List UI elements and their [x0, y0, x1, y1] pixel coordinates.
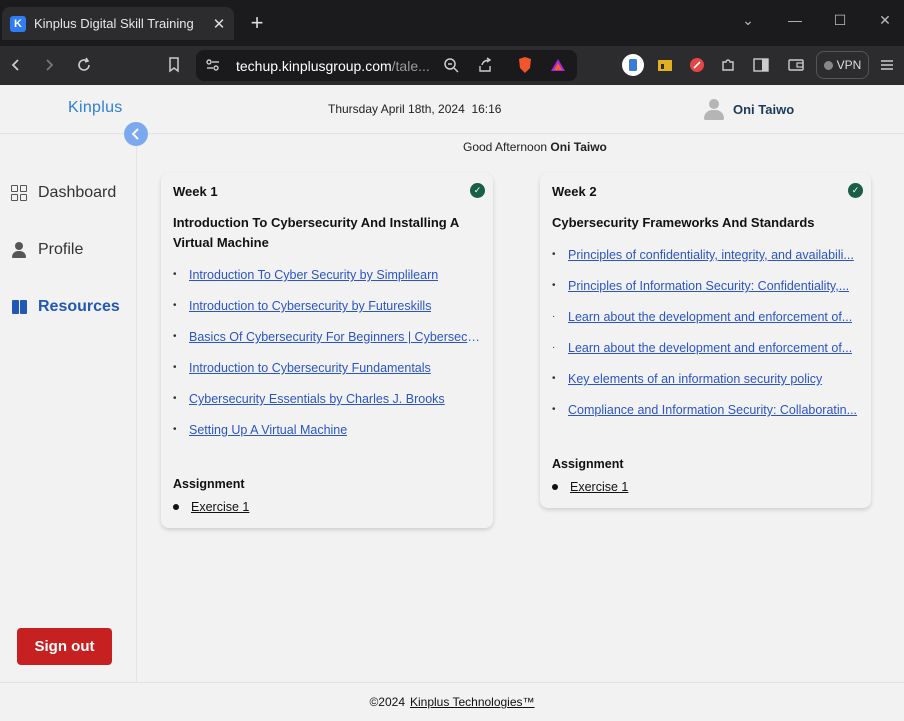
- address-bar[interactable]: techup.kinplusgroup.com/tale...: [196, 50, 577, 81]
- resource-link[interactable]: Introduction to Cybersecurity Fundamenta…: [189, 360, 431, 376]
- forward-icon[interactable]: [38, 54, 60, 76]
- user-menu[interactable]: Oni Taiwo: [703, 97, 794, 121]
- list-item: • Cybersecurity Essentials by Charles J. …: [173, 391, 445, 407]
- list-item: • Introduction to Cybersecurity Fundament…: [173, 360, 431, 376]
- footer: ©2024 Kinplus Technologies™: [0, 682, 904, 721]
- extension-phone-icon[interactable]: [622, 54, 644, 76]
- assignment-link[interactable]: Exercise 1: [570, 480, 628, 494]
- week-title: Cybersecurity Frameworks And Standards: [552, 215, 815, 230]
- list-item: • Setting Up A Virtual Machine: [173, 422, 348, 438]
- sidebar-item-label: Resources: [38, 298, 120, 315]
- sidebar-item-dashboard[interactable]: Dashboard: [10, 184, 116, 202]
- bookmark-icon[interactable]: [163, 54, 185, 76]
- resource-link[interactable]: Learn about the development and enforcem…: [568, 340, 852, 356]
- close-window-icon[interactable]: ✕: [875, 12, 895, 29]
- assignment-heading: Assignment: [552, 457, 624, 471]
- week-label: Week 2: [552, 184, 597, 199]
- tab-title: Kinplus Digital Skill Training: [34, 16, 194, 31]
- sidebar-item-profile[interactable]: Profile: [10, 241, 83, 259]
- kinplus-logo[interactable]: Kinplus: [68, 99, 123, 117]
- person-icon: [10, 241, 28, 259]
- user-name: Oni Taiwo: [733, 101, 795, 117]
- list-item: • Principles of Information Security: Con…: [552, 278, 850, 294]
- resource-link[interactable]: Learn about the development and enforcem…: [568, 309, 852, 325]
- browser-tab[interactable]: K Kinplus Digital Skill Training ✕: [2, 7, 234, 40]
- list-item: • Compliance and Information Security: Co…: [552, 402, 858, 418]
- sidebar-toggle-icon[interactable]: [750, 54, 772, 76]
- kinplus-favicon-icon: K: [10, 15, 26, 32]
- list-item: · Learn about the development and enforce…: [552, 309, 853, 325]
- resource-link[interactable]: Setting Up A Virtual Machine: [189, 422, 347, 438]
- week-card: Week 2 ✓ Cybersecurity Frameworks And St…: [540, 173, 871, 508]
- chevron-left-icon: [131, 128, 139, 140]
- resource-link[interactable]: Basics Of Cybersecurity For Beginners | …: [189, 329, 483, 345]
- resource-link[interactable]: Introduction to Cybersecurity by Futures…: [189, 298, 431, 314]
- close-tab-icon[interactable]: ✕: [208, 15, 230, 33]
- sidebar: Dashboard Profile Resources Sign out: [0, 134, 137, 682]
- greeting: Good Afternoon Oni Taiwo: [463, 140, 607, 154]
- collapse-sidebar-button[interactable]: [124, 122, 148, 146]
- vpn-status-icon: [823, 60, 833, 70]
- resource-link[interactable]: Principles of confidentiality, integrity…: [568, 247, 854, 263]
- date-time: Thursday April 18th, 2024 16:16: [328, 102, 502, 116]
- resource-link[interactable]: Introduction To Cyber Security by Simpli…: [189, 267, 438, 283]
- browser-tab-bar: K Kinplus Digital Skill Training ✕ + ⌄ —…: [0, 0, 904, 46]
- back-icon[interactable]: [5, 54, 27, 76]
- list-item: • Principles of confidentiality, integrit…: [552, 247, 854, 263]
- sidebar-item-resources[interactable]: Resources: [10, 298, 120, 316]
- extension-folder-icon[interactable]: [654, 54, 676, 76]
- resource-link[interactable]: Key elements of an information security …: [568, 371, 822, 387]
- vpn-label: VPN: [836, 58, 862, 72]
- grid-icon: [10, 184, 28, 202]
- assignment-heading: Assignment: [173, 477, 245, 491]
- book-icon: [10, 298, 28, 316]
- list-item: · Learn about the development and enforce…: [552, 340, 853, 356]
- extension-red-icon[interactable]: [686, 54, 708, 76]
- minimize-icon[interactable]: —: [785, 12, 805, 28]
- sidebar-item-label: Dashboard: [38, 184, 117, 201]
- list-item: • Introduction to Cybersecurity by Future…: [173, 298, 432, 314]
- completed-check-icon: ✓: [848, 183, 863, 198]
- avatar-icon: [703, 97, 725, 121]
- maximize-icon[interactable]: ☐: [830, 12, 850, 29]
- resource-list: • Introduction To Cyber Security by Simpl…: [173, 267, 483, 453]
- completed-check-icon: ✓: [470, 183, 485, 198]
- new-tab-icon[interactable]: +: [246, 11, 268, 35]
- tab-search-chevron-icon[interactable]: ⌄: [738, 12, 758, 29]
- wallet-icon[interactable]: [785, 54, 807, 76]
- list-item: • Key elements of an information security…: [552, 371, 823, 387]
- week-label: Week 1: [173, 184, 218, 199]
- url-text: techup.kinplusgroup.com/tale...: [236, 58, 430, 74]
- share-icon[interactable]: [474, 54, 496, 76]
- zoom-icon[interactable]: [440, 54, 462, 76]
- list-item: • Introduction To Cyber Security by Simpl…: [173, 267, 439, 283]
- resource-link[interactable]: Compliance and Information Security: Col…: [568, 402, 857, 418]
- vpn-button[interactable]: VPN: [816, 51, 869, 79]
- assignment-item: Exercise 1: [552, 480, 628, 494]
- browser-toolbar: techup.kinplusgroup.com/tale... VPN: [0, 46, 904, 85]
- brave-rewards-icon[interactable]: [547, 54, 569, 76]
- reload-icon[interactable]: [73, 54, 95, 76]
- week-title: Introduction To Cybersecurity And Instal…: [173, 215, 460, 250]
- menu-icon[interactable]: [876, 54, 898, 76]
- sign-out-button[interactable]: Sign out: [17, 628, 112, 665]
- assignment-item: Exercise 1: [173, 500, 249, 514]
- site-settings-icon[interactable]: [202, 54, 224, 76]
- brave-shield-icon[interactable]: [514, 54, 536, 76]
- resource-link[interactable]: Cybersecurity Essentials by Charles J. B…: [189, 391, 445, 407]
- assignment-link[interactable]: Exercise 1: [191, 500, 249, 514]
- extensions-puzzle-icon[interactable]: [717, 54, 739, 76]
- sidebar-item-label: Profile: [38, 241, 84, 258]
- resource-list: • Principles of confidentiality, integrit…: [552, 247, 857, 433]
- resource-link[interactable]: Principles of Information Security: Conf…: [568, 278, 849, 294]
- company-link[interactable]: Kinplus Technologies™: [410, 695, 535, 709]
- week-card: Week 1 ✓ Introduction To Cybersecurity A…: [161, 173, 493, 528]
- copyright-year: ©2024: [369, 695, 405, 709]
- list-item: • Basics Of Cybersecurity For Beginners |…: [173, 329, 483, 345]
